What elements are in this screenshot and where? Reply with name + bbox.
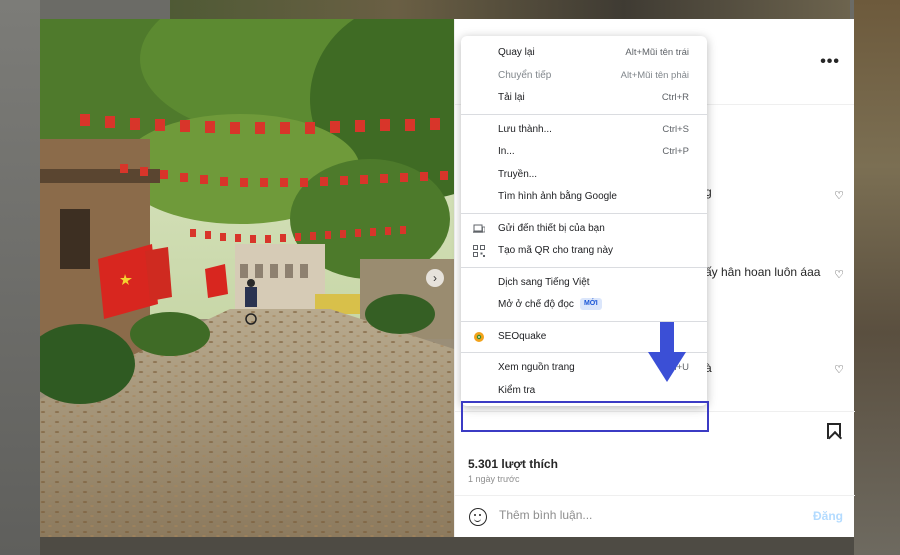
menu-item-label: Kiểm tra <box>498 384 536 396</box>
like-comment-heart-icon[interactable]: ♡ <box>834 189 844 202</box>
menu-item-label: Tìm hình ảnh bằng Google <box>498 191 617 202</box>
more-options-icon[interactable]: ••• <box>820 53 840 71</box>
seoquake-icon <box>474 331 484 342</box>
street-photo-illustration <box>40 19 454 537</box>
send-to-device-icon <box>473 224 485 233</box>
background-thumbnail-right <box>854 0 900 555</box>
menu-item-label: In... <box>498 146 515 157</box>
menu-item-shortcut: Ctrl+S <box>662 123 689 135</box>
menu-item-shortcut: Ctrl+R <box>661 92 689 103</box>
background-thumbnail-top <box>170 0 850 19</box>
menu-separator <box>461 212 707 214</box>
menu-item-label: Quay lại <box>498 47 535 58</box>
menu-item-reading-mode[interactable]: Mở ở chế độ đọc MỚI <box>461 294 707 317</box>
comment-input[interactable] <box>499 508 799 522</box>
menu-separator <box>461 113 707 115</box>
new-badge: MỚI <box>579 298 602 311</box>
comment-bar: Đăng <box>455 495 855 537</box>
inspect-highlight-box <box>461 401 709 432</box>
menu-item-label: SEOquake <box>498 330 547 342</box>
menu-item-label: Truyền... <box>498 168 538 180</box>
menu-item-save-as[interactable]: Lưu thành... Ctrl+S <box>461 119 707 142</box>
menu-item-reload[interactable]: Tải lại Ctrl+R <box>461 87 707 110</box>
menu-item-shortcut: Alt+Mũi tên trái <box>625 47 689 58</box>
qr-code-icon <box>473 245 485 257</box>
menu-separator <box>461 266 707 268</box>
menu-item-back[interactable]: Quay lại Alt+Mũi tên trái <box>461 42 707 65</box>
menu-item-label: Mở ở chế độ đọc <box>498 299 574 310</box>
down-arrow-annotation-icon <box>648 322 686 382</box>
next-photo-button[interactable]: › <box>426 269 444 287</box>
likes-count[interactable]: 5.301 lượt thích <box>468 457 558 471</box>
menu-item-print[interactable]: In... Ctrl+P <box>461 141 707 164</box>
menu-item-search-image-google[interactable]: Tìm hình ảnh bằng Google <box>461 186 707 209</box>
menu-item-label: Chuyển tiếp <box>498 69 552 81</box>
menu-item-label: Xem nguồn trang <box>498 362 575 373</box>
menu-item-label: Dịch sang Tiếng Việt <box>498 276 590 288</box>
menu-item-label-wrap: Mở ở chế độ đọc MỚI <box>498 294 602 317</box>
comment-text-fragment: ấy hân hoan luôn áaa <box>705 265 821 279</box>
menu-item-label: Lưu thành... <box>498 123 552 135</box>
post-photo: › <box>40 19 454 537</box>
post-timestamp: 1 ngày trước <box>468 474 520 484</box>
menu-item-translate[interactable]: Dịch sang Tiếng Việt <box>461 272 707 295</box>
menu-item-inspect[interactable]: Kiểm tra <box>461 380 707 403</box>
menu-item-shortcut: Alt+Mũi tên phải <box>620 69 689 81</box>
post-comment-button[interactable]: Đăng <box>813 509 843 523</box>
menu-item-send-to-device[interactable]: Gửi đến thiết bị của bạn <box>461 218 707 241</box>
bookmark-icon[interactable] <box>827 423 841 439</box>
background-thumbnail-bottom <box>40 537 854 555</box>
emoji-icon[interactable] <box>469 508 487 526</box>
menu-item-cast[interactable]: Truyền... <box>461 164 707 187</box>
menu-item-label: Gửi đến thiết bị của bạn <box>498 222 605 234</box>
post-modal: › ••• g ♡ ấy hân hoan luôn áaa ♡ à ♡ 5.3… <box>40 19 855 537</box>
menu-item-label: Tạo mã QR cho trang này <box>498 245 614 256</box>
menu-item-create-qr[interactable]: Tạo mã QR cho trang này <box>461 240 707 263</box>
like-comment-heart-icon[interactable]: ♡ <box>834 363 844 376</box>
menu-item-label: Tải lại <box>498 92 525 103</box>
like-comment-heart-icon[interactable]: ♡ <box>834 268 844 281</box>
background-thumbnail-left <box>0 0 40 555</box>
menu-item-forward[interactable]: Chuyển tiếp Alt+Mũi tên phải <box>461 65 707 88</box>
menu-item-shortcut: Ctrl+P <box>662 146 689 157</box>
